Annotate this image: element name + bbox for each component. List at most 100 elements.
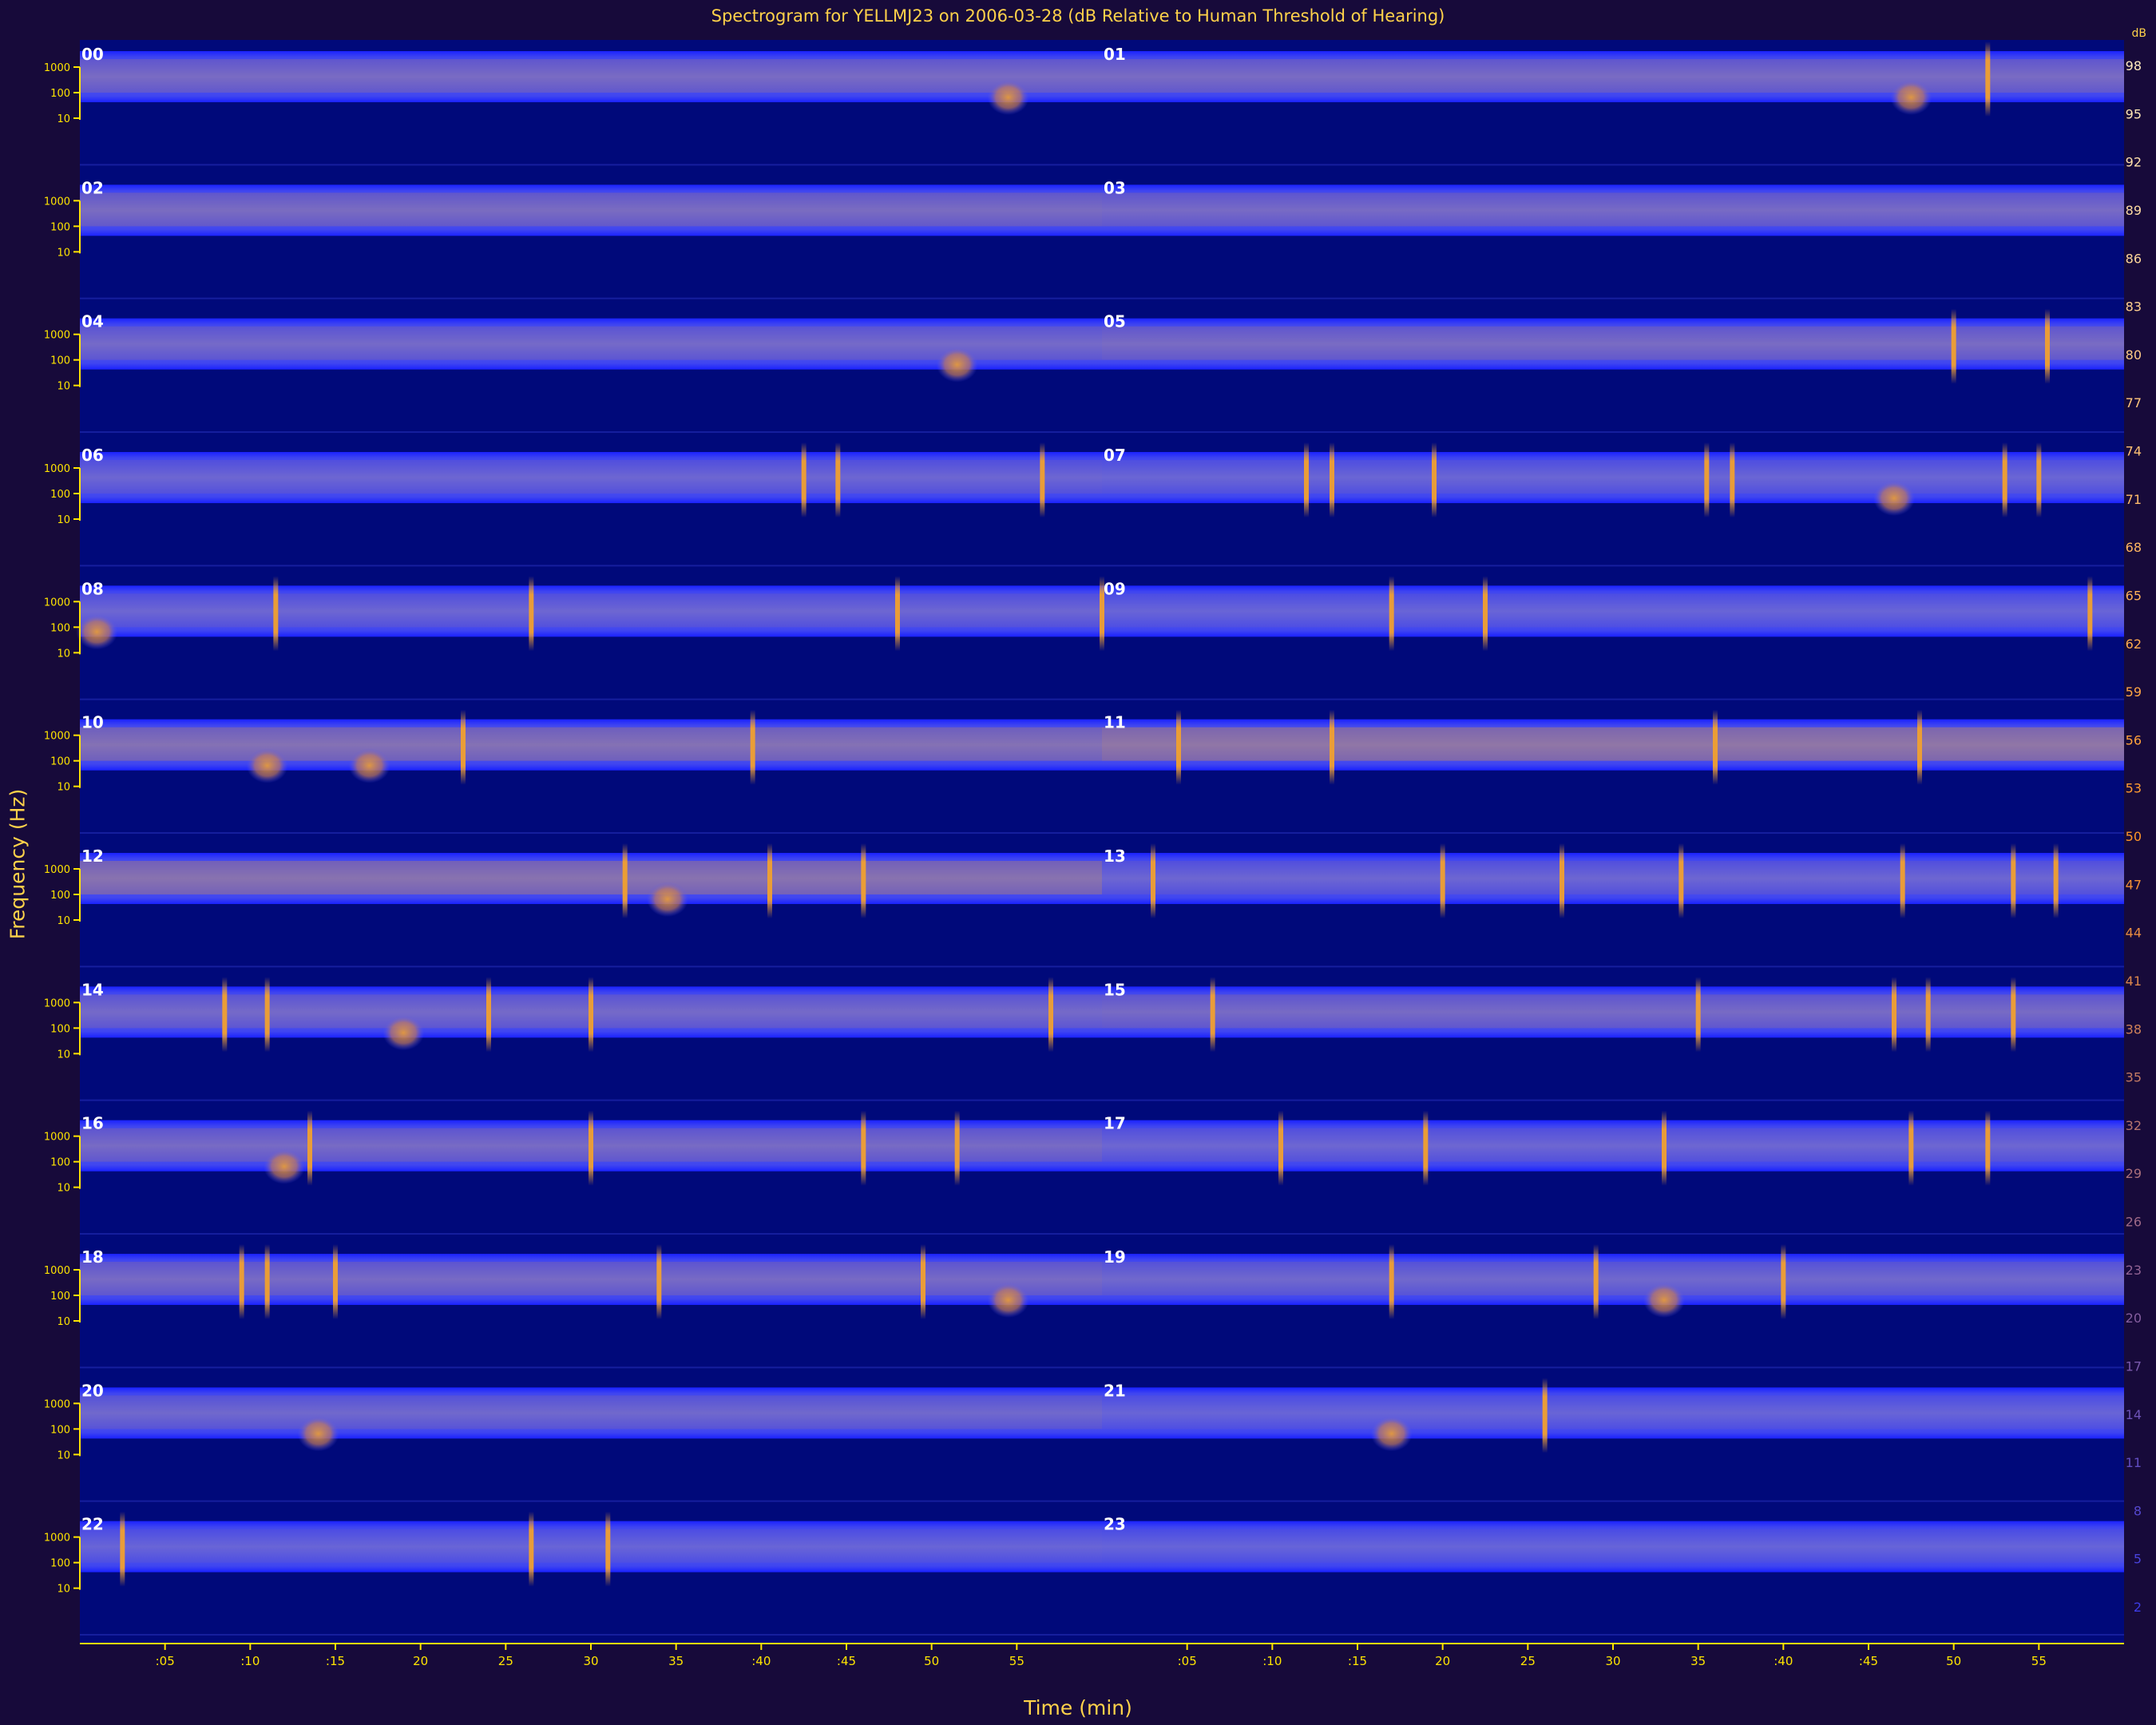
event-blob-0 — [987, 80, 1029, 115]
x-tick-label-0-10: 55 — [1009, 1654, 1024, 1668]
event-spike-67 — [333, 1244, 338, 1319]
event-blob-75 — [297, 1416, 339, 1452]
hour-label-23: 23 — [1104, 1515, 1126, 1534]
hour-label-17: 17 — [1104, 1114, 1126, 1133]
event-spike-31 — [1713, 709, 1718, 785]
event-spike-22 — [1389, 576, 1394, 652]
y-tick-label-row-1-1: 100 — [50, 221, 70, 233]
event-spike-32 — [1917, 709, 1922, 785]
hour-label-06: 06 — [81, 446, 104, 465]
y-tick-label-row-6-2: 10 — [57, 915, 70, 927]
y-tick-label-row-2-0: 1000 — [44, 330, 70, 342]
event-spike-23 — [1483, 576, 1488, 652]
y-tick-label-row-7-2: 10 — [57, 1049, 70, 1061]
event-spike-51 — [1695, 977, 1701, 1053]
event-spike-48 — [589, 977, 593, 1053]
event-spike-43 — [2053, 843, 2059, 918]
y-tick-label-row-2-2: 10 — [57, 381, 70, 393]
hour-label-19: 19 — [1104, 1247, 1126, 1267]
event-spike-36 — [861, 843, 866, 918]
event-spike-33 — [622, 843, 628, 918]
hour-band-noise-05 — [1102, 431, 2124, 433]
colorbar-tick-3: 89 — [2126, 203, 2142, 218]
event-spike-5 — [2045, 308, 2050, 384]
event-spike-53 — [1925, 977, 1931, 1053]
x-tick-label-1-10: 55 — [2031, 1654, 2047, 1668]
event-spike-72 — [1593, 1244, 1599, 1319]
hour-label-04: 04 — [81, 312, 104, 331]
colorbar-tick-4: 86 — [2126, 251, 2142, 266]
hour-band-noise-20 — [80, 1500, 1102, 1502]
event-spike-19 — [529, 576, 534, 652]
colorbar-tick-26: 20 — [2126, 1311, 2142, 1326]
y-tick-label-row-9-0: 1000 — [44, 1265, 70, 1277]
event-spike-64 — [1985, 1110, 1991, 1186]
colorbar-tick-24: 26 — [2126, 1215, 2142, 1230]
x-tick-label-1-4: 25 — [1520, 1654, 1536, 1668]
hour-band-heat-22 — [80, 1529, 1102, 1563]
hour-band-noise-02 — [80, 297, 1102, 299]
event-blob-26 — [348, 748, 390, 783]
hour-band-heat-02 — [80, 192, 1102, 227]
x-tick-label-0-9: 50 — [924, 1654, 939, 1668]
event-spike-15 — [2002, 442, 2007, 518]
hour-band-noise-03 — [1102, 297, 2124, 299]
y-tick-label-row-9-2: 10 — [57, 1316, 70, 1328]
y-tick-label-row-3-0: 1000 — [44, 463, 70, 475]
colorbar-tick-18: 44 — [2126, 926, 2142, 941]
hour-label-05: 05 — [1104, 312, 1126, 331]
event-spike-74 — [1781, 1244, 1786, 1319]
hour-band-noise-00 — [80, 164, 1102, 166]
hour-label-22: 22 — [81, 1515, 104, 1534]
x-tick-label-1-1: :10 — [1262, 1654, 1282, 1668]
colorbar-tick-17: 47 — [2126, 877, 2142, 892]
colorbar-tick-27: 17 — [2126, 1358, 2142, 1374]
x-tick-label-1-5: 30 — [1605, 1654, 1620, 1668]
hour-band-noise-14 — [80, 1099, 1102, 1101]
event-spike-35 — [767, 843, 772, 918]
x-tick-label-1-6: 35 — [1690, 1654, 1706, 1668]
colorbar-tick-20: 38 — [2126, 1021, 2142, 1037]
event-spike-12 — [1704, 442, 1710, 518]
colorbar-tick-14: 56 — [2126, 732, 2142, 748]
hour-band-heat-20 — [80, 1395, 1102, 1430]
y-tick-label-row-7-1: 100 — [50, 1023, 70, 1035]
y-tick-label-row-10-1: 100 — [50, 1424, 70, 1436]
y-tick-label-row-5-1: 100 — [50, 756, 70, 768]
event-spike-28 — [750, 709, 755, 785]
hour-band-heat-00 — [80, 59, 1102, 93]
event-spike-77 — [1542, 1378, 1548, 1453]
hour-band-noise-07 — [1102, 565, 2124, 567]
y-tick-label-row-8-2: 10 — [57, 1183, 70, 1195]
colorbar-tick-30: 8 — [2134, 1503, 2142, 1518]
event-blob-55 — [264, 1148, 305, 1184]
event-spike-61 — [1423, 1110, 1429, 1186]
event-spike-44 — [222, 977, 228, 1053]
y-tick-label-row-6-0: 1000 — [44, 864, 70, 876]
event-spike-6 — [801, 442, 807, 518]
hour-band-heat-05 — [1102, 326, 2124, 360]
event-spike-54 — [2011, 977, 2016, 1053]
hour-band-noise-04 — [80, 431, 1102, 433]
event-blob-1 — [1890, 80, 1932, 115]
hour-band-noise-18 — [80, 1366, 1102, 1369]
hour-band-heat-01 — [1102, 59, 2124, 93]
y-tick-label-row-0-0: 1000 — [44, 62, 70, 74]
x-tick-label-1-9: 50 — [1946, 1654, 1961, 1668]
hour-band-noise-23 — [1102, 1634, 2124, 1636]
event-spike-45 — [264, 977, 270, 1053]
hour-band-heat-21 — [1102, 1395, 2124, 1430]
event-spike-24 — [2087, 576, 2093, 652]
event-spike-63 — [1908, 1110, 1914, 1186]
colorbar-tick-31: 5 — [2134, 1552, 2142, 1567]
x-tick-label-1-0: :05 — [1178, 1654, 1197, 1668]
event-spike-13 — [1730, 442, 1735, 518]
event-spike-50 — [1210, 977, 1215, 1053]
hour-band-noise-21 — [1102, 1500, 2124, 1502]
colorbar-tick-10: 68 — [2126, 540, 2142, 555]
y-tick-label-row-3-1: 100 — [50, 489, 70, 501]
y-tick-label-row-4-2: 10 — [57, 648, 70, 660]
event-spike-66 — [264, 1244, 270, 1319]
event-spike-4 — [1951, 308, 1956, 384]
y-tick-label-row-1-0: 1000 — [44, 196, 70, 208]
